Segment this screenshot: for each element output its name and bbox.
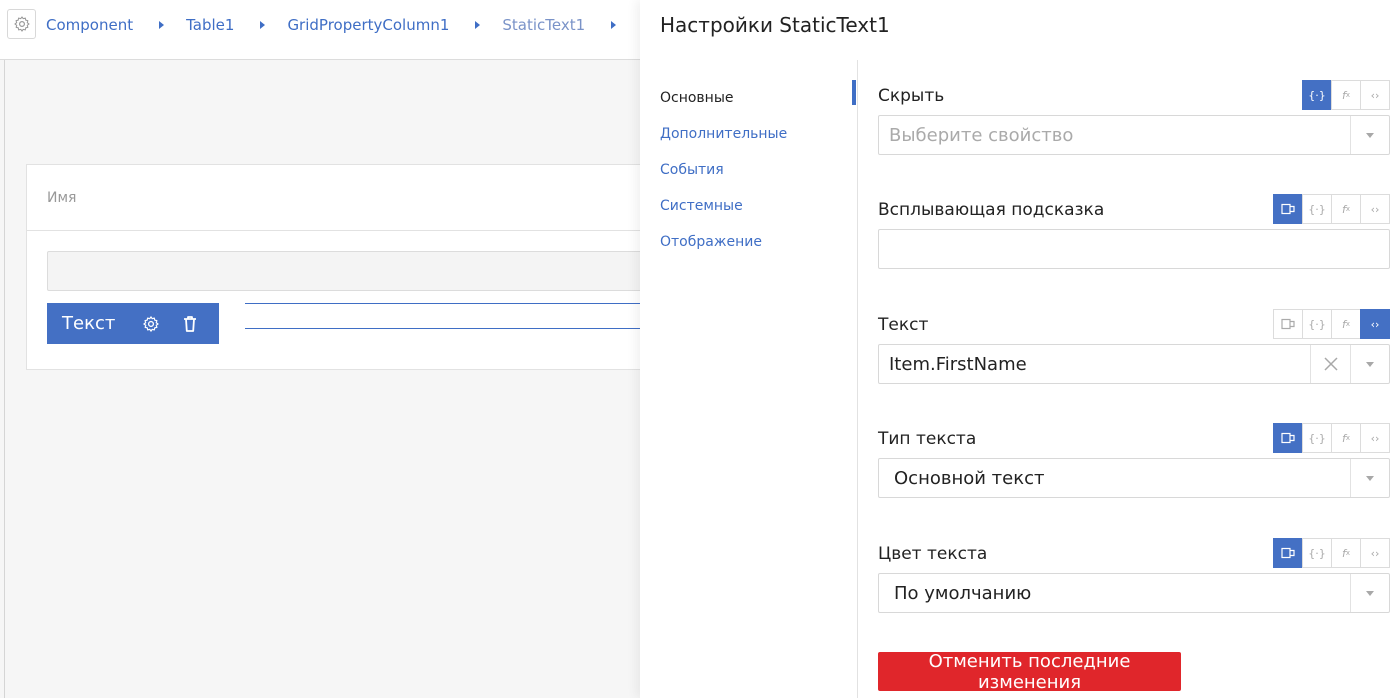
- property-label: Цвет текста: [878, 544, 988, 564]
- chevron-down-icon[interactable]: [1350, 116, 1389, 154]
- chevron-down-icon[interactable]: [1350, 345, 1389, 383]
- binding-braces-icon[interactable]: {·}: [1302, 194, 1332, 224]
- tooltip-input[interactable]: [878, 229, 1390, 269]
- column-cell-placeholder[interactable]: [47, 251, 667, 291]
- element-delete-button[interactable]: [180, 314, 200, 334]
- property-label: Скрыть: [878, 86, 945, 106]
- editor-topbar: Component Table1 GridPropertyColumn1 Sta…: [0, 0, 640, 60]
- settings-nav: Основные Дополнительные События Системны…: [660, 80, 857, 260]
- selected-element-label: Текст: [62, 313, 116, 334]
- mode-switch: {·} fx ‹›: [1273, 194, 1390, 224]
- element-settings-button[interactable]: [141, 314, 161, 334]
- chevron-right-icon: [159, 21, 165, 29]
- fx-icon[interactable]: fx: [1331, 194, 1361, 224]
- clear-button[interactable]: [1310, 345, 1350, 383]
- chevron-right-icon[interactable]: [611, 21, 617, 29]
- nav-item-events[interactable]: События: [660, 152, 857, 188]
- text-color-value: По умолчанию: [894, 582, 1032, 604]
- binding-braces-icon[interactable]: {·}: [1302, 80, 1332, 110]
- gear-icon: [143, 315, 159, 332]
- chevron-right-icon: [475, 21, 481, 29]
- fx-icon[interactable]: fx: [1331, 538, 1361, 568]
- code-brackets-icon[interactable]: ‹›: [1360, 194, 1390, 224]
- breadcrumb: Component Table1 GridPropertyColumn1 Sta…: [46, 0, 617, 50]
- trash-icon: [184, 315, 197, 332]
- binding-braces-icon[interactable]: {·}: [1302, 538, 1332, 568]
- binding-braces-icon[interactable]: {·}: [1302, 309, 1332, 339]
- nav-item-additional[interactable]: Дополнительные: [660, 116, 857, 152]
- nav-item-system[interactable]: Системные: [660, 188, 857, 224]
- nav-active-indicator: [852, 80, 856, 105]
- settings-button[interactable]: [7, 9, 36, 39]
- nav-item-display[interactable]: Отображение: [660, 224, 857, 260]
- code-brackets-icon[interactable]: ‹›: [1360, 423, 1390, 453]
- settings-panel: Настройки StaticText1 Основные Дополните…: [640, 0, 1396, 698]
- close-icon: [1323, 357, 1338, 371]
- breadcrumb-item-current: StaticText1: [502, 16, 586, 34]
- panel-title: Настройки StaticText1: [660, 13, 890, 37]
- localize-icon[interactable]: [1273, 309, 1303, 339]
- text-expression-select[interactable]: Item.FirstName: [878, 344, 1390, 384]
- breadcrumb-item-table1[interactable]: Table1: [186, 16, 234, 34]
- code-brackets-icon[interactable]: ‹›: [1360, 80, 1390, 110]
- text-type-value: Основной текст: [894, 467, 1045, 489]
- mode-switch: {·} fx ‹›: [1273, 423, 1390, 453]
- chevron-right-icon: [260, 21, 266, 29]
- fx-icon[interactable]: fx: [1331, 309, 1361, 339]
- breadcrumb-item-gridpropertycolumn1[interactable]: GridPropertyColumn1: [287, 16, 449, 34]
- properties-list: Скрыть {·} fx ‹› Выберите свойство Всплы…: [878, 0, 1390, 698]
- nav-item-basic[interactable]: Основные: [660, 80, 857, 116]
- panel-divider: [857, 60, 858, 698]
- column-header-label: Имя: [47, 189, 77, 206]
- table-component[interactable]: Имя Текст: [26, 164, 667, 370]
- revert-changes-button[interactable]: Отменить последние изменения: [878, 651, 1181, 693]
- selection-outline: [245, 303, 667, 329]
- chevron-down-icon[interactable]: [1350, 459, 1389, 497]
- breadcrumb-item-component[interactable]: Component: [46, 16, 133, 34]
- gear-icon: [13, 16, 30, 32]
- selected-element-toolbar[interactable]: Текст: [47, 303, 219, 344]
- select-placeholder: Выберите свойство: [889, 124, 1074, 146]
- canvas-border: [4, 60, 5, 698]
- localize-icon[interactable]: [1273, 423, 1303, 453]
- mode-switch: {·} fx ‹›: [1273, 538, 1390, 568]
- property-select[interactable]: Выберите свойство: [878, 115, 1390, 155]
- localize-icon[interactable]: [1273, 194, 1303, 224]
- property-label: Текст: [878, 315, 929, 335]
- text-expression-value: Item.FirstName: [889, 353, 1027, 375]
- text-type-select[interactable]: Основной текст: [878, 458, 1390, 498]
- code-brackets-icon[interactable]: ‹›: [1360, 309, 1390, 339]
- mode-switch: {·} fx ‹›: [1302, 80, 1390, 110]
- fx-icon[interactable]: fx: [1331, 423, 1361, 453]
- binding-braces-icon[interactable]: {·}: [1302, 423, 1332, 453]
- mode-switch: {·} fx ‹›: [1273, 309, 1390, 339]
- text-color-select[interactable]: По умолчанию: [878, 573, 1390, 613]
- chevron-down-icon[interactable]: [1350, 574, 1389, 612]
- code-brackets-icon[interactable]: ‹›: [1360, 538, 1390, 568]
- fx-icon[interactable]: fx: [1331, 80, 1361, 110]
- property-label: Тип текста: [878, 429, 977, 449]
- property-label: Всплывающая подсказка: [878, 200, 1105, 220]
- localize-icon[interactable]: [1273, 538, 1303, 568]
- column-header[interactable]: Имя: [27, 165, 665, 231]
